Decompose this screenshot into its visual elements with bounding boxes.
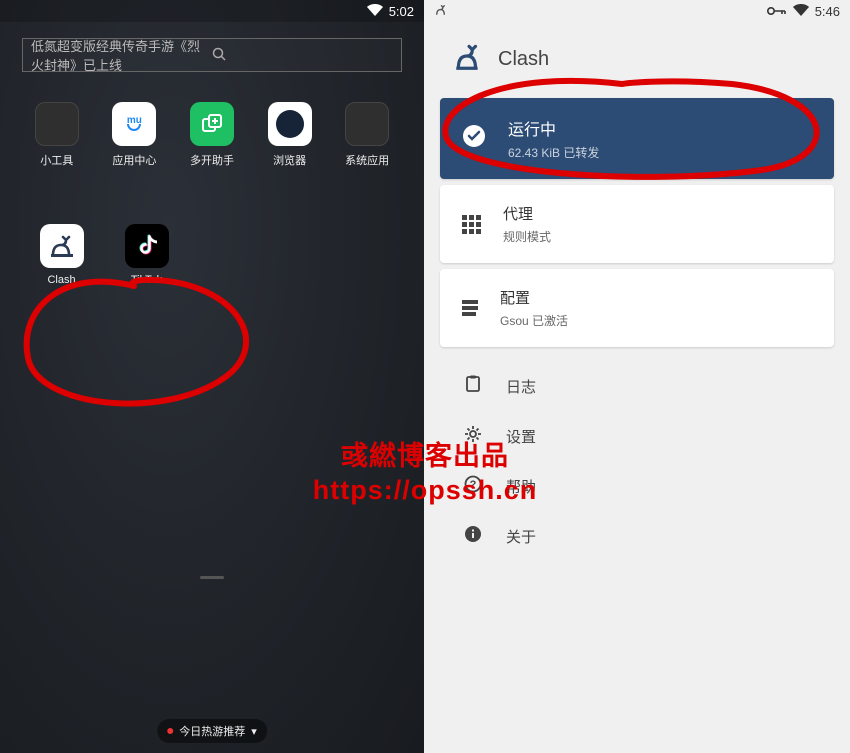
clash-logo-icon xyxy=(452,40,484,78)
dot-icon xyxy=(167,728,173,734)
folder-icon xyxy=(35,102,79,146)
statusbar-right: 5:46 xyxy=(424,0,850,22)
hot-games-pill[interactable]: 今日热游推荐 ▾ xyxy=(157,719,267,743)
clash-icon xyxy=(40,224,84,268)
app-label: 小工具 xyxy=(40,152,73,168)
appcenter-icon: mu xyxy=(112,102,156,146)
status-time: 5:02 xyxy=(389,4,414,19)
proxy-sub: 规则模式 xyxy=(503,228,551,245)
app-title: Clash xyxy=(498,48,549,71)
status-time: 5:46 xyxy=(815,4,840,19)
app-label: 系统应用 xyxy=(345,152,389,168)
compass-icon xyxy=(268,102,312,146)
proxy-card[interactable]: 代理 规则模式 xyxy=(440,185,834,263)
wifi-icon xyxy=(793,4,809,19)
menu-about[interactable]: 关于 xyxy=(424,511,850,561)
watermark: 彧繎博客出品 https://opssh.cn xyxy=(313,440,538,508)
running-card[interactable]: 运行中 62.43 KiB 已转发 xyxy=(440,98,834,179)
app-tools-folder[interactable]: 小工具 xyxy=(30,102,84,168)
app-row-1: 小工具 mu 应用中心 多开助手 浏览器 系统应用 xyxy=(0,72,424,168)
statusbar-left: 5:02 xyxy=(0,0,424,22)
menu-log[interactable]: 日志 xyxy=(424,361,850,411)
app-label: 应用中心 xyxy=(112,152,156,168)
app-bar: Clash xyxy=(424,22,850,92)
check-circle-icon xyxy=(462,124,486,153)
search-icon[interactable] xyxy=(212,47,393,64)
multiopen-icon xyxy=(190,102,234,146)
menu-label: 关于 xyxy=(506,526,536,547)
clash-screen: 5:46 Clash 运行中 62.43 KiB 已转发 代理 规则模式 配置 … xyxy=(424,0,850,753)
nav-handle[interactable] xyxy=(200,576,224,579)
running-sub: 62.43 KiB 已转发 xyxy=(508,144,599,161)
app-row-2: Clash TikTok xyxy=(0,224,424,286)
clash-statusbar-icon xyxy=(434,3,448,20)
app-clash[interactable]: Clash xyxy=(34,224,89,286)
tiktok-icon xyxy=(125,224,169,268)
apps-grid-icon xyxy=(462,215,481,234)
app-appcenter[interactable]: mu 应用中心 xyxy=(108,102,162,168)
proxy-title: 代理 xyxy=(503,203,551,224)
app-label: Clash xyxy=(47,274,75,286)
menu-label: 日志 xyxy=(506,376,536,397)
stack-icon xyxy=(462,300,478,316)
launcher-screen: 5:02 低氮超变版经典传奇手游《烈火封神》已上线 小工具 mu 应用中心 多开… xyxy=(0,0,424,753)
app-browser[interactable]: 浏览器 xyxy=(263,102,317,168)
clipboard-icon xyxy=(464,375,482,397)
config-card[interactable]: 配置 Gsou 已激活 xyxy=(440,269,834,347)
running-title: 运行中 xyxy=(508,116,599,140)
hot-label: 今日热游推荐 xyxy=(179,723,245,739)
app-label: 浏览器 xyxy=(273,152,306,168)
watermark-line2: https://opssh.cn xyxy=(313,474,538,508)
chevron-down-icon: ▾ xyxy=(251,725,257,738)
app-label: TikTok xyxy=(131,274,162,286)
folder-icon xyxy=(345,102,389,146)
watermark-line1: 彧繎博客出品 xyxy=(313,440,538,474)
app-label: 多开助手 xyxy=(190,152,234,168)
vpn-key-icon xyxy=(767,4,787,19)
app-multiopen[interactable]: 多开助手 xyxy=(185,102,239,168)
config-sub: Gsou 已激活 xyxy=(500,312,568,329)
search-bar[interactable]: 低氮超变版经典传奇手游《烈火封神》已上线 xyxy=(22,38,402,72)
search-placeholder: 低氮超变版经典传奇手游《烈火封神》已上线 xyxy=(31,36,212,74)
wifi-icon xyxy=(367,4,383,19)
app-tiktok[interactable]: TikTok xyxy=(119,224,174,286)
info-icon xyxy=(464,525,482,547)
config-title: 配置 xyxy=(500,287,568,308)
app-system-folder[interactable]: 系统应用 xyxy=(340,102,394,168)
